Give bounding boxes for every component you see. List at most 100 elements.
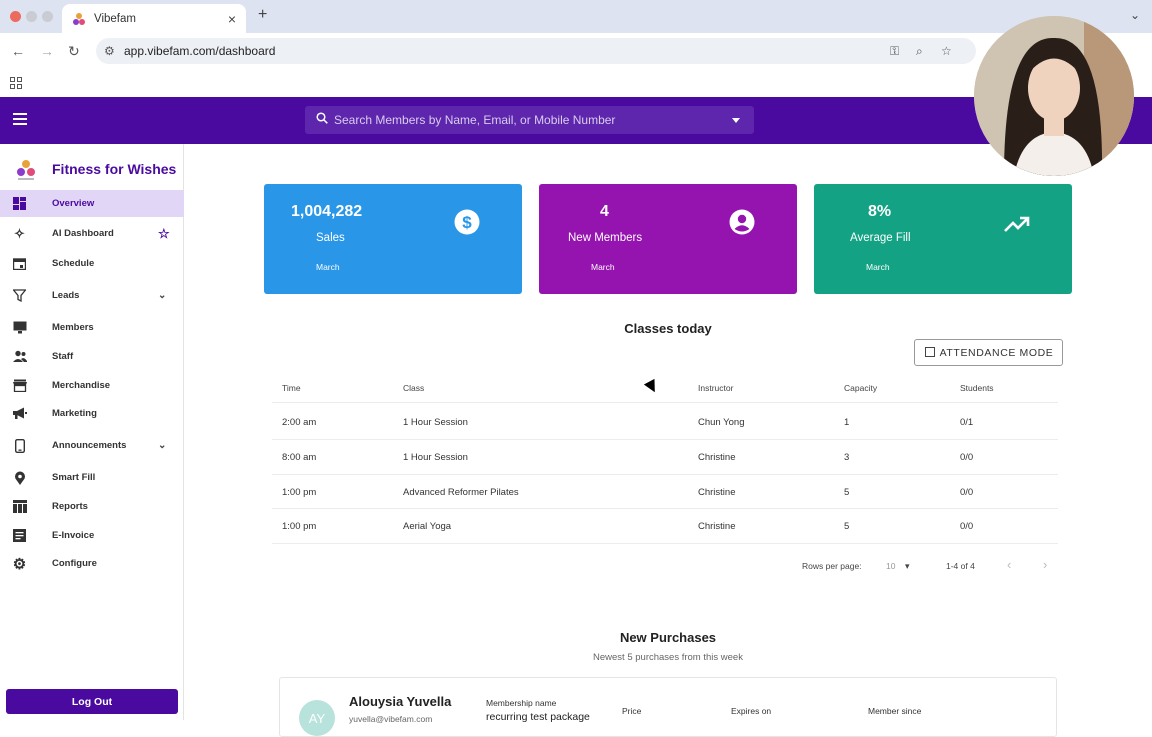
row-4-students: 0/0 [960,521,974,532]
sidebar-item-label: Smart Fill [52,472,96,483]
row-4-capacity: 5 [844,521,850,532]
bookmark-star-icon[interactable]: ☆ [941,44,952,58]
vibefam-favicon-icon [73,12,85,25]
row-4-class[interactable]: Aerial Yoga [403,521,451,532]
rows-per-page-label: Rows per page: [802,561,862,571]
row-4-instructor: Christine [698,521,736,532]
logout-button[interactable]: Log Out [6,689,178,714]
site-settings-icon[interactable]: ⚙ [104,44,115,58]
sidebar-item-members[interactable]: Members [0,314,184,341]
purchase-member-name[interactable]: Alouysia Yuvella [349,694,451,709]
sidebar-item-e-invoice[interactable]: E-Invoice [0,522,184,549]
column-header-students: Students [960,383,994,393]
classes-today-title: Classes today [624,321,712,336]
location-icon [12,470,27,485]
password-key-icon[interactable]: ⚿ [890,44,899,59]
mouse-cursor-icon [643,378,661,396]
chevron-down-icon[interactable]: ⌄ [158,290,166,301]
new-members-label: New Members [568,232,643,244]
header-divider [272,402,1058,403]
people-icon [12,349,27,364]
trending-up-icon [1004,216,1030,232]
sidebar-item-ai-dashboard[interactable]: ✧ AI Dashboard ☆ [0,220,184,247]
row-1-class[interactable]: 1 Hour Session [403,417,468,428]
row-divider [272,508,1058,509]
sidebar-item-smart-fill[interactable]: Smart Fill [0,464,184,491]
tab-search-chevron-icon[interactable]: ⌄ [1130,8,1140,22]
brand-logo-icon [17,160,35,180]
row-2-class[interactable]: 1 Hour Session [403,452,468,463]
document-icon [12,528,27,543]
tab-title: Vibefam [94,12,136,25]
sidebar-item-leads[interactable]: Leads ⌄ [0,282,184,309]
apps-grid-icon[interactable] [10,77,22,89]
attendance-mode-label: ATTENDANCE MODE [939,346,1054,359]
member-search-input[interactable]: Search Members by Name, Email, or Mobile… [305,106,754,134]
attendance-mode-button[interactable]: ATTENDANCE MODE [914,339,1063,366]
search-dropdown-icon[interactable] [732,118,740,123]
row-3-students: 0/0 [960,487,974,498]
sidebar-item-merchandise[interactable]: Merchandise [0,372,184,399]
window-minimize-button[interactable] [26,11,37,22]
sales-card[interactable]: 1,004,282 Sales March $ [264,184,522,294]
dashboard-icon [12,196,27,211]
previous-page-icon[interactable]: ‹ [1007,557,1011,572]
sales-label: Sales [316,232,345,244]
row-2-time: 8:00 am [282,452,317,463]
average-fill-value: 8% [868,203,892,220]
address-bar[interactable]: app.vibefam.com/dashboard [96,38,976,64]
purchase-member-email: yuvella@vibefam.com [349,714,433,724]
column-header-time: Time [282,383,301,393]
sidebar-item-label: Overview [52,198,95,209]
sidebar-item-staff[interactable]: Staff [0,343,184,370]
row-2-students: 0/0 [960,452,974,463]
sidebar-item-configure[interactable]: ⚙ Configure [0,550,184,577]
window-zoom-button[interactable] [42,11,53,22]
menu-icon[interactable] [13,113,27,125]
forward-icon[interactable]: → [40,43,54,59]
new-members-card[interactable]: 4 New Members March [539,184,797,294]
sidebar-item-announcements[interactable]: Announcements ⌄ [0,432,184,459]
row-4-time: 1:00 pm [282,521,317,532]
logout-label: Log Out [71,695,113,708]
row-1-instructor: Chun Yong [698,417,745,428]
chevron-down-icon[interactable]: ⌄ [158,440,166,451]
next-page-icon[interactable]: › [1043,557,1047,572]
sidebar-item-overview[interactable]: Overview [0,190,184,217]
average-fill-card[interactable]: 8% Average Fill March [814,184,1072,294]
sidebar-item-label: Merchandise [52,380,111,391]
phone-icon [12,438,27,453]
tab-close-icon[interactable]: × [228,11,236,27]
new-tab-icon[interactable]: + [258,6,267,24]
favorite-star-icon[interactable]: ☆ [158,226,170,242]
average-fill-label: Average Fill [850,232,911,244]
reload-icon[interactable]: ↻ [68,43,80,60]
sparkle-icon: ✧ [14,225,25,241]
rows-per-page-chevron-icon[interactable]: ▾ [905,561,910,572]
sales-period: March [316,262,340,272]
window-close-button[interactable] [10,11,21,22]
account-icon [729,209,755,235]
zoom-icon[interactable]: ⌕ [916,44,923,59]
table-icon [12,499,27,514]
row-3-time: 1:00 pm [282,487,317,498]
megaphone-icon [12,406,27,421]
row-1-capacity: 1 [844,417,850,428]
membership-name-label: Membership name [486,698,557,708]
browser-tab[interactable]: Vibefam × [62,4,246,33]
pagination-range: 1-4 of 4 [946,561,975,571]
sidebar-item-marketing[interactable]: Marketing [0,400,184,427]
url-text: app.vibefam.com/dashboard [124,44,276,58]
presenter-video-icon [974,16,1134,176]
back-icon[interactable]: ← [11,43,25,59]
row-3-class[interactable]: Advanced Reformer Pilates [403,487,519,498]
sales-value: 1,004,282 [291,203,363,220]
search-icon [316,112,328,124]
row-divider [272,543,1058,544]
brand-name: Fitness for Wishes [52,161,177,177]
rows-per-page-select[interactable]: 10 [886,561,895,571]
sidebar-item-schedule[interactable]: Schedule [0,250,184,277]
row-2-capacity: 3 [844,452,850,463]
sidebar-item-reports[interactable]: Reports [0,493,184,520]
column-header-instructor: Instructor [698,383,734,393]
